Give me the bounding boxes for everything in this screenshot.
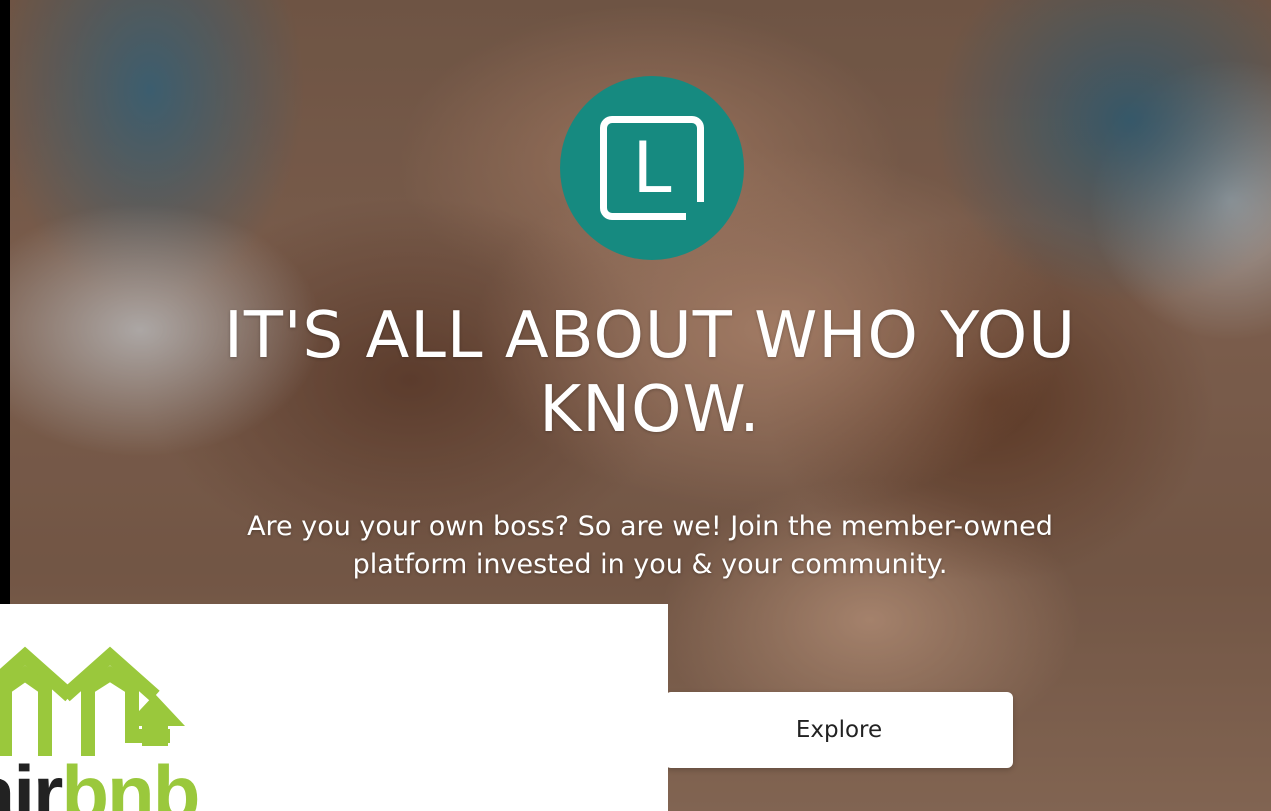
page: L IT'S ALL ABOUT WHO YOU KNOW. Are you y… <box>0 0 1271 811</box>
logo-letter: L <box>632 127 672 209</box>
explore-button[interactable]: Explore <box>665 692 1013 768</box>
headline-line-1: IT'S ALL ABOUT WHO YOU <box>223 299 1077 373</box>
overlay-logo-panel: airbnb <box>0 604 668 811</box>
brand-wordmark-part-2: bnb <box>61 749 200 811</box>
brand-logo: L <box>560 76 744 260</box>
subtext-line-1: Are you your own boss? So are we! Join t… <box>247 511 1053 542</box>
houses-arrow-icon <box>0 646 185 756</box>
subtext-line-2: platform invested in you & your communit… <box>352 549 948 581</box>
brand-wordmark: airbnb <box>0 754 200 811</box>
brand-wordmark-part-1: air <box>0 749 63 811</box>
logo-square-icon: L <box>600 116 704 220</box>
hero-headline: IT'S ALL ABOUT WHO YOU KNOW. <box>100 299 1200 447</box>
hero-subtext: Are you your own boss? So are we! Join t… <box>160 508 1140 585</box>
headline-line-2: KNOW. <box>539 372 761 447</box>
